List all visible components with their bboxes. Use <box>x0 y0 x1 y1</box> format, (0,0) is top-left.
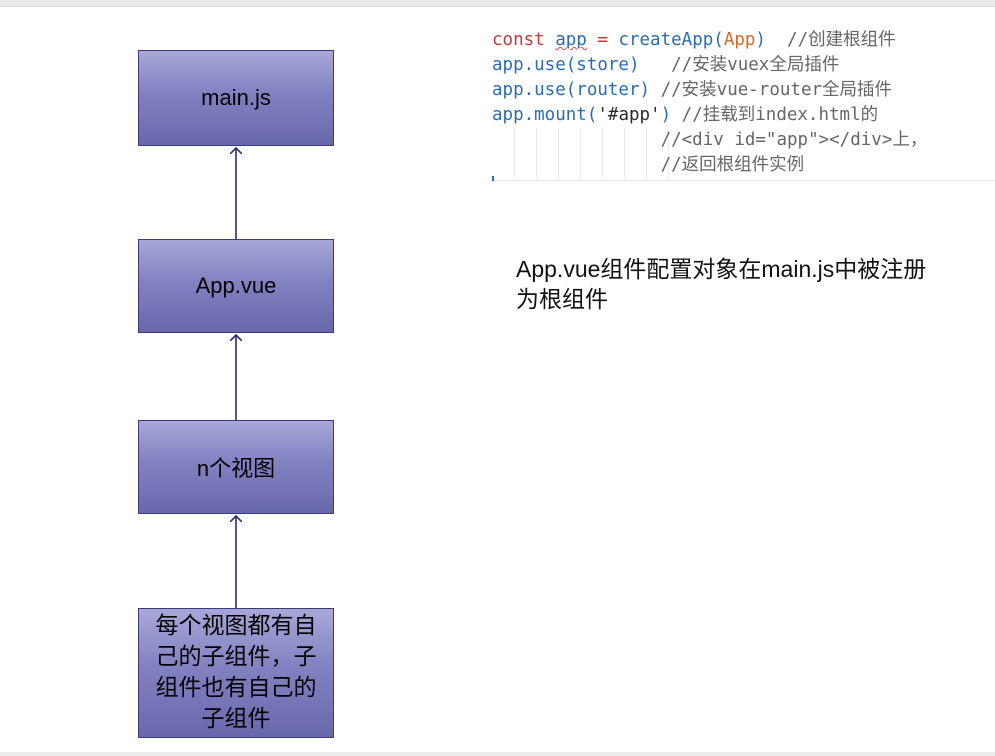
code-line-1: const app = createApp(App) //创建根组件 <box>492 28 995 53</box>
code-line-3: app.use(router) //安装vue-router全局插件 <box>492 78 995 103</box>
code-snippet: const app = createApp(App) //创建根组件 app.u… <box>492 28 995 181</box>
code-object: app <box>492 55 524 75</box>
code-line-2: app.use(store) //安装vuex全局插件 <box>492 53 995 78</box>
code-method: .use(store) <box>523 55 640 75</box>
child-components-box: 每个视图都有自己的子组件，子组件也有自己的子组件 <box>138 608 334 738</box>
code-comment: //安装vuex全局插件 <box>639 55 840 75</box>
main-js-label: main.js <box>201 85 271 110</box>
code-function: createApp( <box>618 30 724 50</box>
views-box: n个视图 <box>138 420 334 514</box>
app-vue-box: App.vue <box>138 239 334 333</box>
code-object: app <box>492 105 524 125</box>
code-operator: = <box>586 30 619 50</box>
bottom-edge <box>0 752 995 756</box>
code-line-5: //<div id="app"></div>上， <box>492 130 928 150</box>
text-caret <box>492 176 494 181</box>
main-js-box: main.js <box>138 50 334 146</box>
code-paren: ) <box>755 30 766 50</box>
code-argument: App <box>723 30 756 50</box>
code-object: app <box>492 80 524 100</box>
code-line-4: app.mount('#app') //挂载到index.html的 <box>492 103 995 128</box>
code-paren: ) <box>660 105 672 125</box>
code-string: '#app' <box>597 105 661 125</box>
code-comment: //安装vue-router全局插件 <box>650 80 893 100</box>
views-label: n个视图 <box>196 456 276 481</box>
code-comment: //创建根组件 <box>765 30 896 50</box>
code-line-6: //返回根组件实例 <box>492 155 805 175</box>
code-divider <box>492 180 995 181</box>
code-method: .mount( <box>523 105 598 125</box>
code-keyword: const <box>492 30 545 50</box>
description-text: App.vue组件配置对象在main.js中被注册为根组件 <box>516 256 927 312</box>
child-components-label: 每个视图都有自己的子组件，子组件也有自己的子组件 <box>155 613 317 732</box>
app-vue-label: App.vue <box>195 273 277 298</box>
code-variable: app <box>555 30 587 50</box>
code-comment: //挂载到index.html的 <box>671 105 879 125</box>
code-method: .use(router) <box>523 80 651 100</box>
